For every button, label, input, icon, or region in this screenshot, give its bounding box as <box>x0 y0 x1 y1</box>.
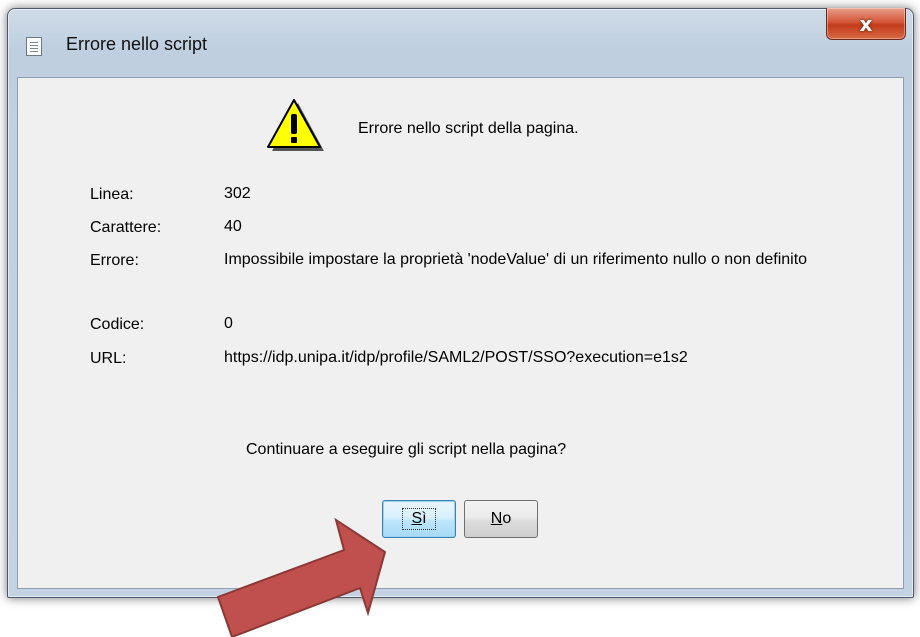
arrow-pointer-icon <box>216 517 387 637</box>
arrow-shape <box>216 517 387 637</box>
